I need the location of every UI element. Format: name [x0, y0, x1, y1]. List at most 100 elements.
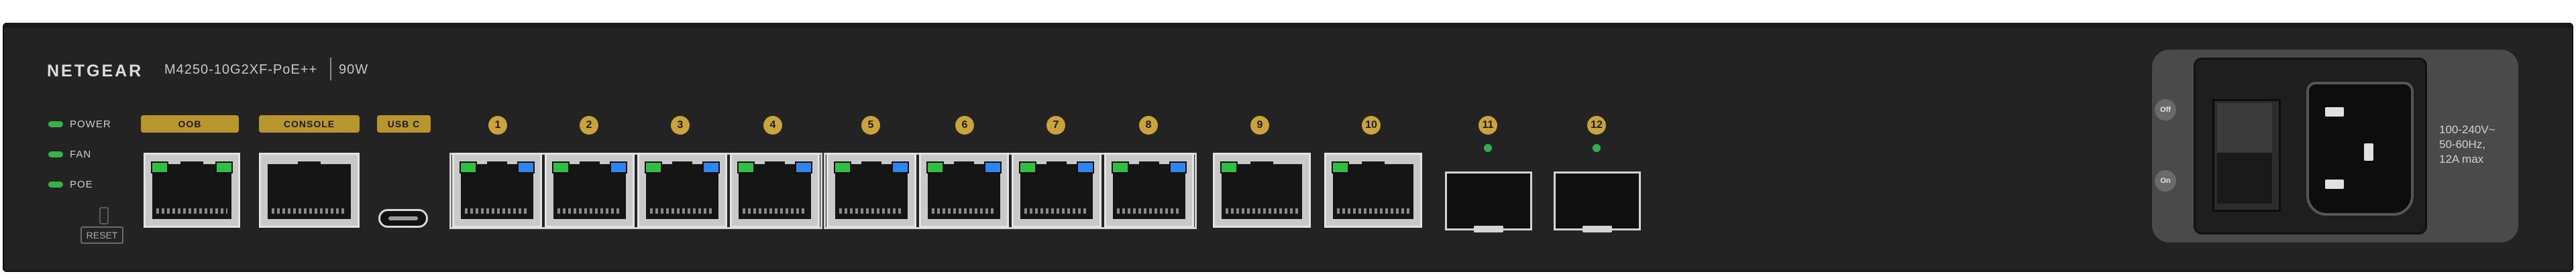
port-number-3: 3	[671, 116, 690, 135]
port-pins	[1226, 208, 1298, 214]
port-6[interactable]	[919, 153, 1009, 228]
port-latch	[1250, 161, 1273, 169]
link-led	[1332, 161, 1349, 173]
status-led-poe: POE	[48, 179, 93, 190]
inlet-pin-line	[2325, 107, 2344, 117]
power-rating-voltage: 100-240V~	[2439, 123, 2496, 136]
port-10[interactable]	[1324, 153, 1422, 228]
port-pins	[557, 208, 622, 214]
inlet-pin-ground	[2364, 143, 2373, 161]
port-pins	[650, 208, 714, 214]
inlet-pin-neutral	[2325, 180, 2344, 189]
power-rating-current: 12A max	[2439, 153, 2484, 165]
port-number-2: 2	[580, 116, 598, 135]
link-led	[645, 161, 662, 173]
reset-label: RESET	[80, 226, 123, 244]
power-budget: 90W	[339, 62, 369, 77]
port-latch	[1046, 161, 1067, 169]
poe-status-led	[1169, 161, 1187, 173]
poe-status-led	[702, 161, 720, 173]
link-led	[1019, 161, 1036, 173]
power-led	[48, 121, 63, 127]
port-number-9: 9	[1250, 116, 1269, 135]
port-latch	[1138, 161, 1160, 169]
port-pins	[932, 208, 996, 214]
port-number-8: 8	[1139, 116, 1158, 135]
port-number-7: 7	[1046, 116, 1065, 135]
link-led	[1112, 161, 1129, 173]
poe-status-led	[610, 161, 627, 173]
port-pins	[1024, 208, 1089, 214]
power-rating-label: 100-240V~ 50-60Hz, 12A max	[2439, 123, 2513, 167]
port-latch	[764, 161, 786, 169]
poe-status-led	[517, 161, 535, 173]
model-name: M4250-10G2XF-PoE++	[164, 62, 318, 77]
poe-status-led	[984, 161, 1002, 173]
usbc-port[interactable]	[378, 209, 428, 228]
sfp-port-12[interactable]	[1554, 171, 1641, 232]
oob-port[interactable]	[144, 153, 240, 228]
port-7[interactable]	[1012, 153, 1102, 228]
link-led	[737, 161, 755, 173]
port-latch	[180, 161, 203, 169]
brand-logo: NETGEAR	[47, 62, 144, 80]
port-latch	[486, 161, 508, 169]
port-pins	[1337, 208, 1409, 214]
model-divider	[330, 58, 331, 80]
port-1[interactable]	[452, 153, 542, 228]
poe-led	[48, 182, 63, 188]
port-number-12: 12	[1587, 116, 1606, 135]
port-latch	[579, 161, 600, 169]
port-number-5: 5	[861, 116, 880, 135]
port-latch	[297, 161, 321, 169]
console-label: CONSOLE	[259, 115, 360, 133]
usbc-tongue	[388, 216, 418, 220]
port-2[interactable]	[545, 153, 635, 228]
poe-status-led	[892, 161, 909, 173]
ac-power-inlet[interactable]	[2306, 82, 2414, 216]
rocker-on-side	[2217, 153, 2272, 204]
port-number-6: 6	[955, 116, 974, 135]
port-latch	[861, 161, 882, 169]
power-led-label: POWER	[70, 119, 111, 130]
port-latch	[1362, 161, 1385, 169]
reset-button[interactable]	[99, 207, 109, 224]
fan-led-label: FAN	[70, 149, 92, 160]
port-pins	[839, 208, 904, 214]
off-indicator: Off	[2155, 99, 2176, 121]
link-led	[151, 161, 168, 173]
port-4[interactable]	[730, 153, 820, 228]
status-led-fan: FAN	[48, 149, 91, 160]
oob-label: OOB	[141, 115, 239, 133]
poe-status-led	[795, 161, 812, 173]
rocker-off-side	[2217, 103, 2272, 153]
port-8[interactable]	[1104, 153, 1194, 228]
poe-status-led	[1077, 161, 1094, 173]
port-5[interactable]	[826, 153, 916, 228]
port-3[interactable]	[637, 153, 727, 228]
sfp-latch	[1582, 226, 1612, 232]
link-led	[1220, 161, 1238, 173]
port-latch	[953, 161, 975, 169]
fan-led	[48, 151, 63, 157]
link-led	[460, 161, 477, 173]
power-rating-frequency: 50-60Hz,	[2439, 138, 2485, 151]
port-number-1: 1	[488, 116, 507, 135]
sfp-12-led	[1593, 144, 1601, 152]
port-pins	[743, 208, 807, 214]
status-led-power: POWER	[48, 119, 111, 130]
link-led	[552, 161, 570, 173]
port-pins	[272, 208, 347, 214]
sfp-port-11[interactable]	[1445, 171, 1532, 232]
link-led	[834, 161, 851, 173]
port-number-10: 10	[1362, 116, 1381, 135]
console-port[interactable]	[259, 153, 360, 228]
sfp-latch	[1474, 226, 1503, 232]
port-pins	[1117, 208, 1181, 214]
sfp-11-led	[1484, 144, 1492, 152]
usbc-label: USB C	[377, 115, 431, 133]
poe-led-label: POE	[70, 179, 93, 190]
activity-led	[215, 161, 233, 173]
port-9[interactable]	[1213, 153, 1311, 228]
chassis-top-edge	[3, 23, 2573, 28]
